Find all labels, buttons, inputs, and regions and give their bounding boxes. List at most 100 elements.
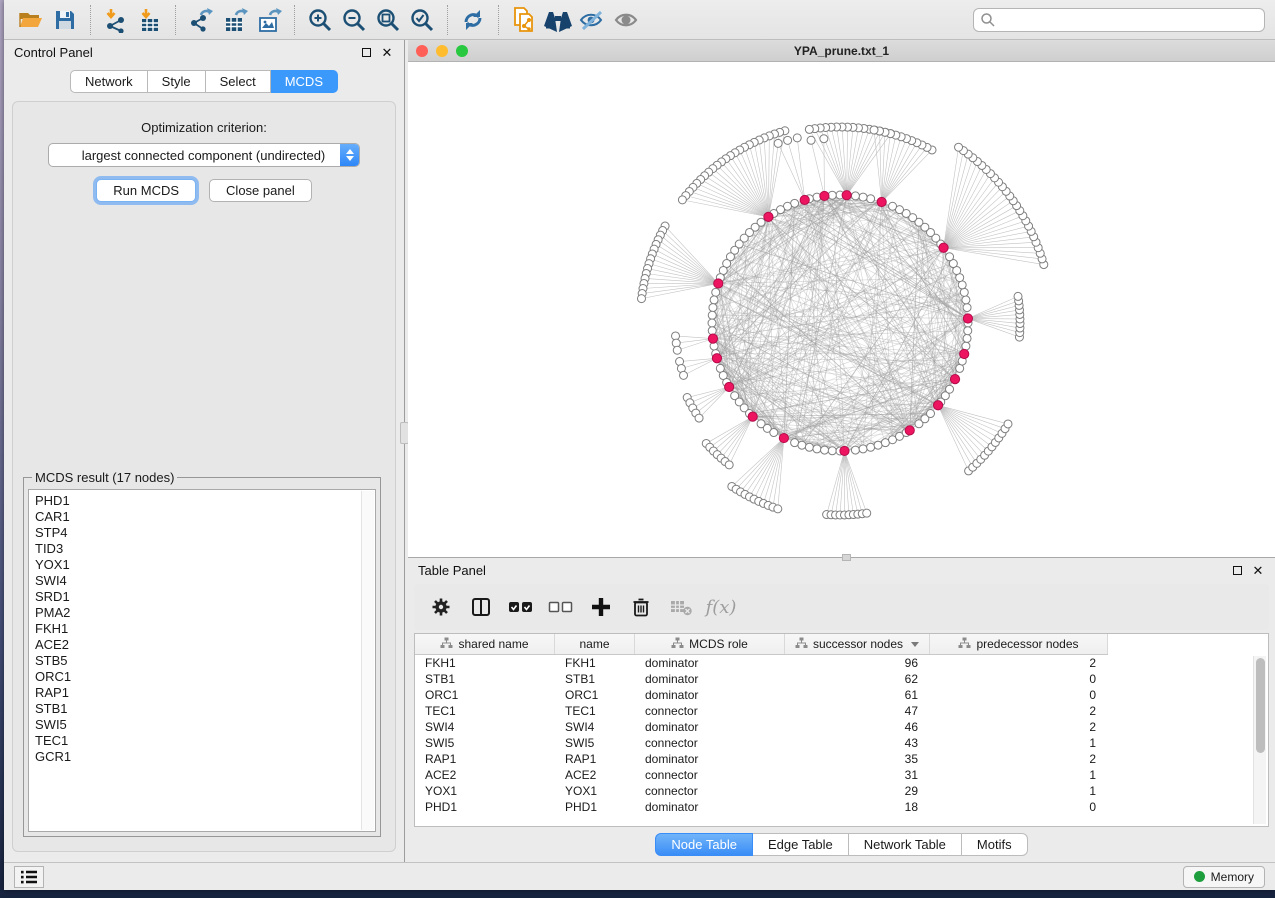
table-cell[interactable]: dominator [635, 800, 785, 814]
tab-select[interactable]: Select [206, 70, 271, 93]
mcds-hub-node[interactable] [877, 197, 886, 206]
list-scrollbar[interactable] [361, 491, 374, 830]
float-panel-icon[interactable] [359, 45, 373, 59]
table-row[interactable]: STB1STB1dominator620 [415, 671, 1268, 687]
table-row[interactable]: ORC1ORC1dominator610 [415, 687, 1268, 703]
column-header-shared-name[interactable]: shared name [415, 634, 555, 654]
close-window-icon[interactable] [416, 45, 428, 57]
table-row[interactable]: TEC1TEC1connector472 [415, 703, 1268, 719]
table-cell[interactable]: connector [635, 736, 785, 750]
show-all-icon[interactable] [609, 4, 643, 36]
table-cell[interactable]: connector [635, 768, 785, 782]
mcds-hub-node[interactable] [748, 412, 757, 421]
table-cell[interactable]: STB1 [555, 672, 635, 686]
tab-mcds[interactable]: MCDS [271, 70, 338, 93]
table-cell[interactable]: 1 [930, 784, 1108, 798]
mcds-hub-node[interactable] [950, 375, 959, 384]
select-all-icon[interactable] [508, 594, 534, 620]
tab-network-table[interactable]: Network Table [849, 833, 962, 856]
mcds-result-item[interactable]: PHD1 [35, 493, 375, 509]
mcds-hub-node[interactable] [712, 354, 721, 363]
mcds-result-item[interactable]: ACE2 [35, 637, 375, 653]
mcds-result-item[interactable]: STB5 [35, 653, 375, 669]
mcds-hub-node[interactable] [933, 401, 942, 410]
table-cell[interactable]: ORC1 [555, 688, 635, 702]
export-network-icon[interactable] [184, 4, 218, 36]
tab-edge-table[interactable]: Edge Table [753, 833, 849, 856]
mcds-result-item[interactable]: YOX1 [35, 557, 375, 573]
delete-column-icon[interactable] [628, 594, 654, 620]
table-cell[interactable]: SWI5 [415, 736, 555, 750]
table-cell[interactable]: 2 [930, 656, 1108, 670]
table-cell[interactable]: connector [635, 704, 785, 718]
column-header-predecessor-nodes[interactable]: predecessor nodes [930, 634, 1108, 654]
mcds-result-item[interactable]: RAP1 [35, 685, 375, 701]
table-cell[interactable]: 2 [930, 720, 1108, 734]
zoom-out-icon[interactable] [337, 4, 371, 36]
mcds-hub-node[interactable] [820, 191, 829, 200]
save-session-icon[interactable] [48, 4, 82, 36]
table-cell[interactable]: STB1 [415, 672, 555, 686]
table-row[interactable]: SWI4SWI4dominator462 [415, 719, 1268, 735]
table-cell[interactable]: 46 [785, 720, 930, 734]
table-row[interactable]: ACE2ACE2connector311 [415, 767, 1268, 783]
table-cell[interactable]: RAP1 [555, 752, 635, 766]
zoom-window-icon[interactable] [456, 45, 468, 57]
table-row[interactable]: FKH1FKH1dominator962 [415, 655, 1268, 671]
mcds-hub-node[interactable] [840, 446, 849, 455]
table-cell[interactable]: 61 [785, 688, 930, 702]
mcds-result-item[interactable]: ORC1 [35, 669, 375, 685]
column-view-icon[interactable] [468, 594, 494, 620]
export-image-icon[interactable] [252, 4, 286, 36]
import-network-icon[interactable] [99, 4, 133, 36]
table-cell[interactable]: ACE2 [555, 768, 635, 782]
table-row[interactable]: PHD1PHD1dominator180 [415, 799, 1268, 815]
mcds-hub-node[interactable] [905, 426, 914, 435]
table-cell[interactable]: connector [635, 784, 785, 798]
mcds-result-item[interactable]: CAR1 [35, 509, 375, 525]
tab-motifs[interactable]: Motifs [962, 833, 1028, 856]
table-cell[interactable]: SWI5 [555, 736, 635, 750]
table-cell[interactable]: 43 [785, 736, 930, 750]
mcds-hub-node[interactable] [714, 279, 723, 288]
mcds-hub-node[interactable] [725, 382, 734, 391]
table-cell[interactable]: 1 [930, 736, 1108, 750]
export-table-icon[interactable] [218, 4, 252, 36]
table-cell[interactable]: 0 [930, 800, 1108, 814]
column-header-MCDS-role[interactable]: MCDS role [635, 634, 785, 654]
table-row[interactable]: SWI5SWI5connector431 [415, 735, 1268, 751]
import-table-icon[interactable] [133, 4, 167, 36]
mcds-result-item[interactable]: PMA2 [35, 605, 375, 621]
table-cell[interactable]: dominator [635, 672, 785, 686]
scrollbar-thumb[interactable] [1256, 658, 1265, 753]
mcds-hub-node[interactable] [842, 191, 851, 200]
close-panel-icon[interactable]: ✕ [380, 45, 394, 59]
close-panel-icon[interactable]: ✕ [1251, 563, 1265, 577]
table-cell[interactable]: FKH1 [555, 656, 635, 670]
mcds-hub-node[interactable] [939, 243, 948, 252]
tab-style[interactable]: Style [148, 70, 206, 93]
table-cell[interactable]: RAP1 [415, 752, 555, 766]
add-column-icon[interactable] [588, 594, 614, 620]
table-cell[interactable]: dominator [635, 656, 785, 670]
table-cell[interactable]: YOX1 [415, 784, 555, 798]
zoom-selected-icon[interactable] [405, 4, 439, 36]
mcds-hub-node[interactable] [800, 195, 809, 204]
table-cell[interactable]: FKH1 [415, 656, 555, 670]
mcds-hub-node[interactable] [960, 349, 969, 358]
table-cell[interactable]: dominator [635, 752, 785, 766]
close-panel-button[interactable]: Close panel [209, 179, 312, 202]
mcds-result-item[interactable]: STB1 [35, 701, 375, 717]
horizontal-splitter-grip[interactable] [842, 554, 851, 561]
table-cell[interactable]: 18 [785, 800, 930, 814]
mcds-result-item[interactable]: SWI4 [35, 573, 375, 589]
table-cell[interactable]: 1 [930, 768, 1108, 782]
zoom-fit-icon[interactable] [371, 4, 405, 36]
mcds-hub-node[interactable] [779, 433, 788, 442]
table-cell[interactable]: TEC1 [415, 704, 555, 718]
table-cell[interactable]: SWI4 [555, 720, 635, 734]
minimize-window-icon[interactable] [436, 45, 448, 57]
table-row[interactable]: RAP1RAP1dominator352 [415, 751, 1268, 767]
table-cell[interactable]: YOX1 [555, 784, 635, 798]
table-cell[interactable]: 96 [785, 656, 930, 670]
